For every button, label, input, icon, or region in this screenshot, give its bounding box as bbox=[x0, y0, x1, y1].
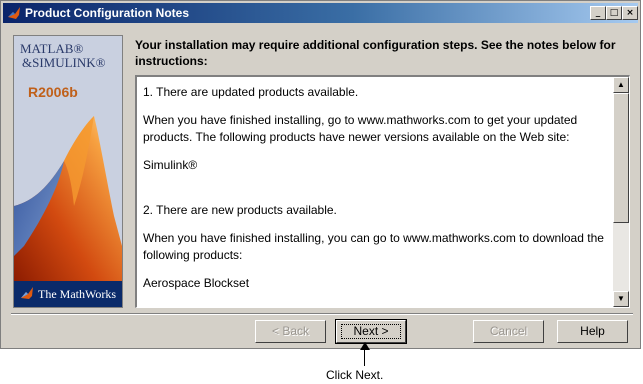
section2-body: When you have finished installing, you c… bbox=[143, 231, 604, 262]
section2-title: 2. There are new products available. bbox=[143, 203, 337, 217]
product-splash-panel: MATLAB® &SIMULINK® R2006b The MathWorks bbox=[13, 35, 123, 308]
window-title: Product Configuration Notes bbox=[25, 6, 189, 20]
notes-text-area[interactable]: 1. There are updated products available.… bbox=[135, 75, 630, 308]
splash-title-line1: MATLAB® bbox=[20, 41, 84, 56]
back-button[interactable]: < Back bbox=[255, 320, 326, 343]
close-button[interactable]: × bbox=[622, 6, 638, 20]
callout-line bbox=[364, 344, 365, 366]
instructions-heading: Your installation may require additional… bbox=[135, 38, 616, 68]
splash-product-title: MATLAB® &SIMULINK® bbox=[20, 42, 120, 70]
section2-item: Aerospace Blockset bbox=[143, 276, 250, 290]
section1-item: Simulink® bbox=[143, 158, 198, 172]
minimize-button[interactable]: _ bbox=[590, 6, 606, 20]
splash-release-label: R2006b bbox=[28, 84, 78, 100]
callout-arrowhead bbox=[360, 342, 370, 350]
scroll-thumb[interactable] bbox=[613, 93, 629, 223]
notes-content: 1. There are updated products available.… bbox=[143, 84, 607, 292]
scroll-up-button[interactable]: ▲ bbox=[613, 77, 629, 93]
mathworks-logo-icon bbox=[21, 287, 33, 299]
focus-rectangle bbox=[341, 324, 401, 339]
cancel-button[interactable]: Cancel bbox=[473, 320, 544, 343]
matlab-logo-icon bbox=[8, 7, 20, 19]
next-button[interactable]: Next > bbox=[335, 319, 407, 344]
splash-footer: The MathWorks bbox=[14, 281, 122, 307]
membrane-logo-image bbox=[14, 116, 122, 286]
maximize-button[interactable]: □ bbox=[606, 6, 622, 20]
splash-title-line2: &SIMULINK® bbox=[22, 55, 106, 70]
button-separator bbox=[11, 313, 633, 315]
configuration-notes-window: Product Configuration Notes _ □ × MATLAB… bbox=[0, 0, 641, 349]
scroll-down-button[interactable]: ▼ bbox=[613, 291, 629, 307]
callout-text: Click Next. bbox=[326, 368, 384, 382]
help-button[interactable]: Help bbox=[557, 320, 628, 343]
section1-title: 1. There are updated products available. bbox=[143, 85, 359, 99]
title-bar[interactable]: Product Configuration Notes _ □ × bbox=[3, 3, 638, 23]
vertical-scrollbar[interactable]: ▲ ▼ bbox=[613, 77, 629, 307]
section1-body: When you have finished installing, go to… bbox=[143, 113, 578, 144]
splash-footer-text: The MathWorks bbox=[38, 287, 117, 301]
